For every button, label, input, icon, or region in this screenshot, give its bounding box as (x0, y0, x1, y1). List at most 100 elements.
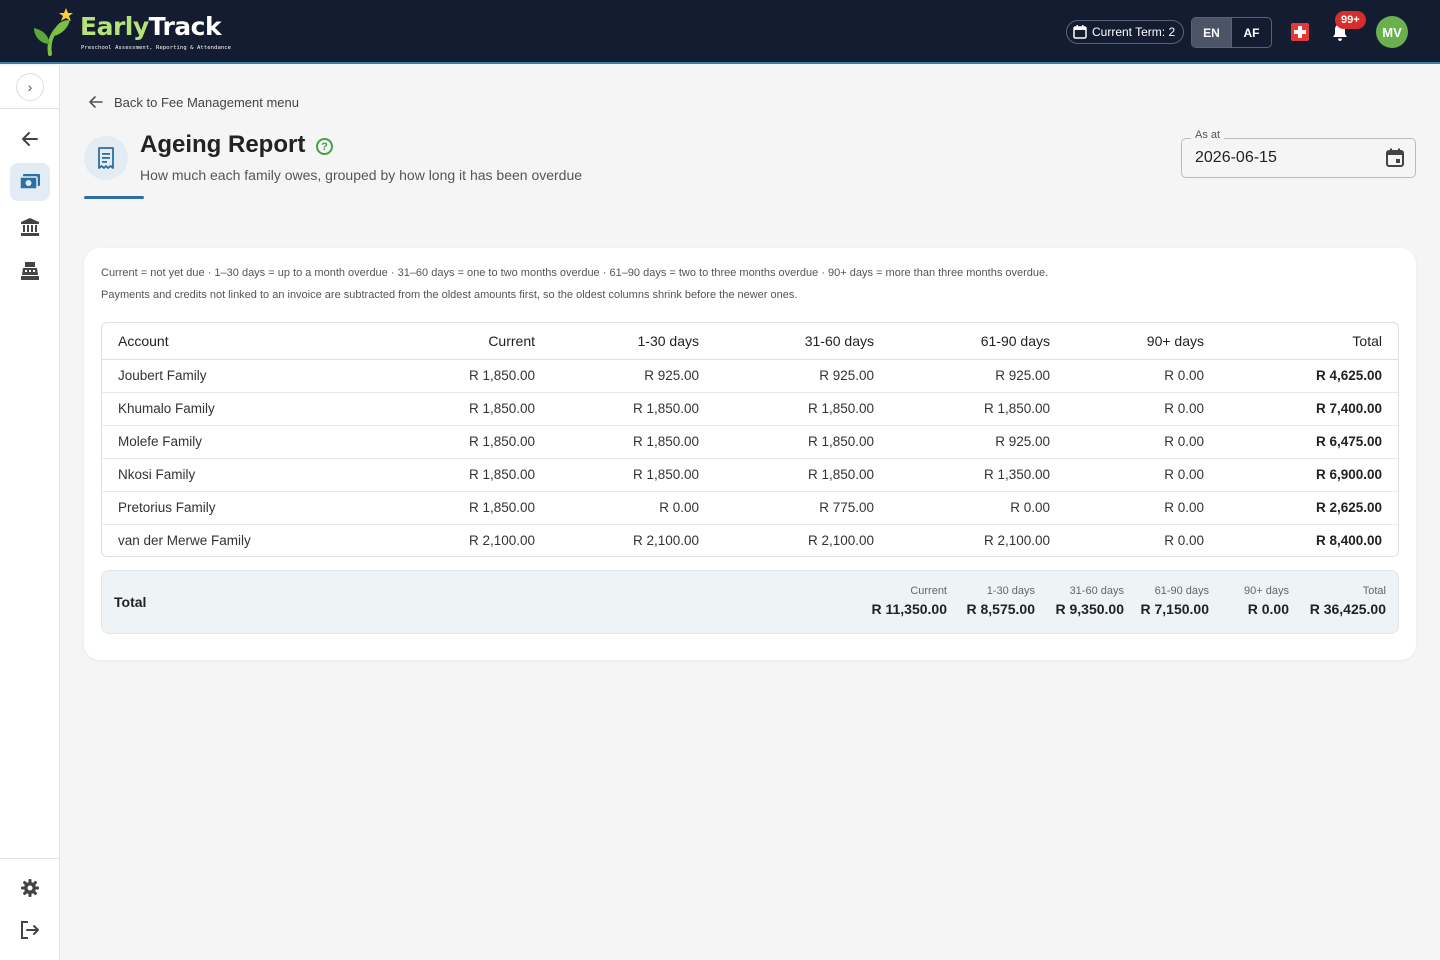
current-term-button[interactable]: Current Term: 2 (1066, 20, 1184, 44)
logout-icon (21, 921, 39, 939)
table-row[interactable]: van der Merwe Family R 2,100.00 R 2,100.… (102, 524, 1398, 556)
arrow-back-icon (22, 132, 38, 146)
total-caption: 61-90 days (1154, 585, 1209, 597)
back-to-fee-menu-link[interactable]: Back to Fee Management menu (88, 94, 299, 110)
column-header-31-60[interactable]: 31-60 days (699, 323, 874, 360)
total-61-90: 61-90 days R 7,150.00 (1141, 585, 1210, 617)
total-1-30: 1-30 days R 8,575.00 (967, 585, 1036, 617)
cell-1-30: R 1,850.00 (535, 392, 699, 426)
cell-current: R 1,850.00 (332, 359, 535, 393)
lang-en-button[interactable]: EN (1192, 18, 1231, 47)
cell-total: R 7,400.00 (1204, 392, 1398, 426)
table-header-row: Account Current 1-30 days 31-60 days 61-… (102, 323, 1398, 360)
bucket-definitions-note: Current = not yet due · 1–30 days = up t… (101, 267, 1049, 279)
calendar-icon[interactable] (1385, 148, 1405, 168)
column-header-1-30[interactable]: 1-30 days (535, 323, 699, 360)
cell-current: R 1,850.00 (332, 425, 535, 459)
logout-button[interactable] (10, 911, 50, 949)
cell-31-60: R 1,850.00 (699, 425, 874, 459)
page-subtitle: How much each family owes, grouped by ho… (140, 167, 583, 183)
cell-61-90: R 1,850.00 (874, 392, 1050, 426)
bank-icon (21, 218, 39, 236)
account-name: Joubert Family (102, 359, 332, 393)
total-31-60: 31-60 days R 9,350.00 (1056, 585, 1125, 617)
cell-61-90: R 925.00 (874, 425, 1050, 459)
cell-61-90: R 925.00 (874, 359, 1050, 393)
cell-1-30: R 2,100.00 (632, 533, 699, 549)
column-header-account[interactable]: Account (102, 323, 332, 360)
total-caption: Total (1362, 585, 1386, 597)
cell-1-30: R 925.00 (535, 359, 699, 393)
sidebar-divider (0, 108, 59, 109)
money-icon (19, 174, 40, 190)
arrow-back-icon (89, 96, 103, 108)
total-caption: Current (910, 585, 947, 597)
sidebar-item-fees[interactable] (10, 163, 50, 201)
cell-61-90: R 1,350.00 (874, 458, 1050, 492)
cell-90-plus: R 0.00 (1050, 359, 1204, 393)
avatar[interactable]: MV (1376, 16, 1408, 48)
as-at-date-label: As at (1191, 129, 1225, 141)
column-header-total[interactable]: Total (1204, 323, 1398, 360)
cell-1-30: R 1,850.00 (535, 458, 699, 492)
settings-button[interactable] (10, 869, 50, 907)
cell-total: R 6,900.00 (1204, 458, 1398, 492)
total-value: R 36,425.00 (1309, 601, 1386, 617)
total-grand: Total R 36,425.00 (1310, 585, 1386, 617)
top-bar: EarlyTrack Preschool Assessment, Reporti… (0, 0, 1440, 64)
logo-tagline: Preschool Assessment, Reporting & Attend… (81, 45, 232, 51)
sidebar-item-bank[interactable] (10, 208, 50, 246)
table-row[interactable]: Nkosi Family R 1,850.00 R 1,850.00 R 1,8… (102, 458, 1398, 492)
cell-1-30: R 1,850.00 (535, 425, 699, 459)
cell-current: R 1,850.00 (332, 392, 535, 426)
column-header-90-plus[interactable]: 90+ days (1050, 323, 1204, 360)
table-row[interactable]: Molefe Family R 1,850.00 R 1,850.00 R 1,… (102, 425, 1398, 459)
cell-61-90: R 2,100.00 (983, 533, 1050, 549)
sidebar-item-back[interactable] (10, 120, 50, 158)
as-at-date-value: 2026-06-15 (1195, 149, 1277, 166)
cell-90-plus: R 0.00 (1050, 392, 1204, 426)
cell-current: R 2,100.00 (468, 533, 535, 549)
column-header-current[interactable]: Current (332, 323, 535, 360)
cell-90-plus: R 0.00 (1050, 458, 1204, 492)
total-caption: 31-60 days (1069, 585, 1124, 597)
total-caption: 90+ days (1244, 585, 1289, 597)
cell-31-60: R 1,850.00 (699, 392, 874, 426)
sidebar-expand-button[interactable]: › (16, 73, 44, 101)
allocation-note: Payments and credits not linked to an in… (101, 289, 798, 301)
back-link-label: Back to Fee Management menu (114, 94, 299, 110)
app-logo[interactable]: EarlyTrack Preschool Assessment, Reporti… (30, 6, 240, 58)
title-underline (84, 196, 144, 199)
totals-summary: Total Current R 11,350.00 1-30 days R 8,… (101, 570, 1399, 634)
help-icon[interactable]: ? (316, 138, 333, 155)
total-caption: 1-30 days (986, 585, 1035, 597)
receipt-icon (98, 147, 114, 169)
column-header-61-90[interactable]: 61-90 days (874, 323, 1050, 360)
cell-31-60: R 775.00 (699, 491, 874, 525)
cell-1-30: R 0.00 (535, 491, 699, 525)
table-row[interactable]: Joubert Family R 1,850.00 R 925.00 R 925… (102, 359, 1398, 393)
page-title: Ageing Report (140, 131, 306, 158)
medical-cross-icon[interactable] (1291, 23, 1309, 41)
cell-total: R 4,625.00 (1204, 359, 1398, 393)
cell-61-90: R 0.00 (874, 491, 1050, 525)
sidebar-item-pos[interactable] (10, 252, 50, 290)
cell-90-plus: R 0.00 (1050, 491, 1204, 525)
total-value: R 7,150.00 (1140, 601, 1210, 617)
total-90-plus: 90+ days R 0.00 (1244, 585, 1289, 617)
ageing-report-card: Current = not yet due · 1–30 days = up t… (84, 248, 1416, 660)
total-value: R 0.00 (1247, 601, 1289, 617)
account-name: van der Merwe Family (118, 533, 251, 549)
total-value: R 8,575.00 (966, 601, 1036, 617)
cell-31-60: R 2,100.00 (807, 533, 874, 549)
cell-90-plus: R 0.00 (1050, 425, 1204, 459)
account-name: Nkosi Family (102, 458, 332, 492)
current-term-label: Current Term: 2 (1092, 25, 1176, 39)
cell-total: R 2,625.00 (1204, 491, 1398, 525)
cell-total: R 6,475.00 (1204, 425, 1398, 459)
lang-af-button[interactable]: AF (1231, 18, 1271, 47)
cell-current: R 1,850.00 (332, 491, 535, 525)
table-row[interactable]: Pretorius Family R 1,850.00 R 0.00 R 775… (102, 491, 1398, 525)
as-at-date-field[interactable]: 2026-06-15 (1181, 138, 1416, 178)
table-row[interactable]: Khumalo Family R 1,850.00 R 1,850.00 R 1… (102, 392, 1398, 426)
